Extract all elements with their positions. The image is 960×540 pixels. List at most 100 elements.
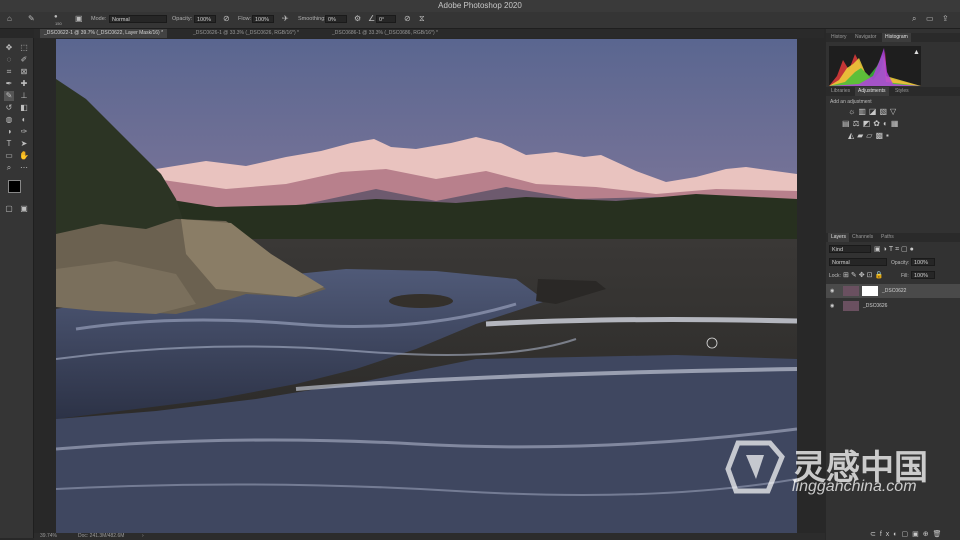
type-tool-icon[interactable]: T — [4, 139, 14, 149]
tab-dsc0626[interactable]: _DSC0626-1 @ 33.3% (_DSC0626, RGB/16*) * — [189, 29, 303, 38]
flow-field[interactable]: 100% — [252, 15, 274, 23]
watermark-logo-icon — [725, 440, 785, 494]
smoothing-label: Smoothing: — [298, 16, 326, 22]
lasso-tool-icon[interactable]: ◌ — [4, 55, 14, 65]
layer-action-icons[interactable]: ⊂fx◐▢▣⊕🗑 — [870, 530, 946, 538]
layer-opacity-label: Opacity: — [891, 260, 910, 266]
tab-history[interactable]: History — [828, 33, 850, 42]
adjustment-icons-row1[interactable]: ☼▥◪▧▽ — [848, 107, 899, 116]
layer-mask-thumbnail[interactable] — [862, 286, 878, 296]
brush-settings-icon[interactable]: ▣ — [75, 15, 83, 23]
move-tool-icon[interactable]: ✥ — [4, 43, 14, 53]
home-icon[interactable]: ⌂ — [7, 15, 12, 23]
angle-field[interactable]: 0° — [376, 15, 396, 23]
brush-preset-icon[interactable]: ● — [54, 13, 58, 21]
document-canvas[interactable] — [56, 39, 797, 533]
gear-icon[interactable]: ⚙ — [354, 15, 361, 23]
status-menu-icon[interactable]: › — [142, 533, 144, 540]
status-bar: 39.74% Doc: 241.3M/482.6M › — [34, 533, 825, 540]
tab-channels[interactable]: Channels — [849, 233, 876, 242]
tab-dsc0686[interactable]: _DSC0686-1 @ 33.3% (_DSC0686, RGB/16*) * — [328, 29, 442, 38]
flow-label: Flow: — [238, 16, 252, 22]
angle-icon: ∠ — [368, 14, 376, 23]
airbrush-icon[interactable]: ✈ — [282, 15, 289, 23]
lock-icons[interactable]: ⊞✎✥⊡🔒 — [843, 271, 885, 279]
layer-thumbnail — [843, 286, 859, 296]
history-brush-icon[interactable]: ↺ — [4, 103, 14, 113]
layer-name: _DSC0626 — [863, 303, 888, 309]
symmetry-icon[interactable]: ⧖ — [419, 15, 425, 23]
path-select-icon[interactable]: ➤ — [19, 139, 29, 149]
crop-tool-icon[interactable]: ⌗ — [4, 67, 14, 77]
top-panel-tabs: History Navigator Histogram — [826, 33, 960, 42]
landscape-photo — [56, 39, 797, 533]
tab-adjustments[interactable]: Adjustments — [855, 87, 889, 96]
brush-tool-selected-icon[interactable]: ✎ — [4, 91, 14, 101]
lock-label: Lock: — [829, 273, 841, 279]
layer-filter-icons[interactable]: ▣◑T⌗▢● — [874, 245, 916, 254]
pressure-opacity-icon[interactable]: ⊘ — [223, 15, 230, 23]
mode-dropdown[interactable]: Normal — [109, 15, 167, 23]
toolbar: ✥ ⬚ ◌ ✐ ⌗ ⊠ ✒ ✚ ✎ ⊥ ↺ ◧ ◍ ◐ ◑ ✑ T ➤ ▭ ✋ … — [0, 38, 34, 538]
stamp-tool-icon[interactable]: ⊥ — [19, 91, 29, 101]
watermark-url: lingganchina.com — [792, 478, 917, 495]
tab-paths[interactable]: Paths — [878, 233, 897, 242]
dodge-tool-icon[interactable]: ◑ — [4, 127, 14, 137]
mid-panel-tabs: Libraries Adjustments Styles — [826, 87, 960, 96]
tab-layers[interactable]: Layers — [828, 233, 850, 242]
add-adjustment-label: Add an adjustment — [830, 99, 872, 105]
share-icon[interactable]: ⇪ — [942, 15, 949, 23]
watermark-logo — [724, 437, 788, 497]
title-bar: Adobe Photoshop 2020 — [0, 0, 960, 12]
adjustment-icons-row3[interactable]: ◭▰▱▩▪ — [848, 131, 892, 140]
blend-mode-dropdown[interactable]: Normal — [829, 258, 887, 266]
layer-name: _DSC0622 — [882, 288, 907, 294]
tab-histogram[interactable]: Histogram — [882, 33, 911, 42]
app-title: Adobe Photoshop 2020 — [438, 1, 522, 10]
fill-label: Fill: — [901, 273, 909, 279]
brush-tool-icon[interactable]: ✎ — [28, 15, 35, 23]
pressure-size-icon[interactable]: ⊘ — [404, 15, 411, 23]
visibility-eye-icon[interactable]: ◉ — [830, 299, 834, 313]
paint-bucket-icon[interactable]: ◍ — [4, 115, 14, 125]
layer-opacity-field[interactable]: 100% — [911, 258, 935, 266]
document-tabs: _DSC0622-1 @ 39.7% (_DSC0622, Layer Mask… — [34, 29, 824, 38]
workspace-icon[interactable]: ▭ — [926, 15, 934, 23]
frame-tool-icon[interactable]: ⊠ — [19, 67, 29, 77]
eraser-icon[interactable]: ◧ — [19, 103, 29, 113]
layer-row[interactable]: ◉ _DSC0626 — [826, 299, 960, 313]
fill-field[interactable]: 100% — [911, 271, 935, 279]
adjustment-icons-row2[interactable]: ▤⚖◩✿◐▦ — [842, 119, 901, 128]
tab-libraries[interactable]: Libraries — [828, 87, 853, 96]
brush-size-value: 150 — [55, 21, 62, 26]
marquee-tool-icon[interactable]: ⬚ — [19, 43, 29, 53]
foreground-color-swatch[interactable] — [8, 180, 21, 193]
eyedropper-icon[interactable]: ✒ — [4, 79, 14, 89]
quick-select-icon[interactable]: ✐ — [19, 55, 29, 65]
tab-navigator[interactable]: Navigator — [852, 33, 879, 42]
mode-label: Mode: — [91, 16, 107, 22]
quick-mask-icon[interactable]: ▢ — [4, 204, 14, 214]
tab-styles[interactable]: Styles — [892, 87, 912, 96]
tab-dsc0622[interactable]: _DSC0622-1 @ 39.7% (_DSC0622, Layer Mask… — [40, 29, 168, 38]
histogram-graph — [829, 46, 921, 86]
screen-mode-icon[interactable]: ▣ — [19, 204, 29, 214]
zoom-level[interactable]: 39.74% — [40, 533, 57, 540]
zoom-tool-icon[interactable]: ⌕ — [4, 163, 14, 173]
hand-tool-icon[interactable]: ✋ — [19, 151, 29, 161]
opacity-field[interactable]: 100% — [194, 15, 216, 23]
layer-row[interactable]: ◉ _DSC0622 — [826, 284, 960, 298]
shape-tool-icon[interactable]: ▭ — [4, 151, 14, 161]
search-icon[interactable]: ⌕ — [912, 15, 916, 23]
visibility-eye-icon[interactable]: ◉ — [830, 284, 834, 298]
healing-brush-icon[interactable]: ✚ — [19, 79, 29, 89]
pen-tool-icon[interactable]: ✑ — [19, 127, 29, 137]
more-tools-icon[interactable]: ⋯ — [19, 163, 29, 173]
smoothing-field[interactable]: 0% — [325, 15, 347, 23]
warning-icon[interactable]: ▲ — [913, 49, 920, 56]
layer-thumbnail — [843, 301, 859, 311]
opacity-label: Opacity: — [172, 16, 193, 22]
blur-tool-icon[interactable]: ◐ — [19, 115, 29, 125]
doc-size: Doc: 241.3M/482.6M — [78, 533, 125, 539]
kind-filter[interactable]: Kind — [829, 245, 871, 253]
